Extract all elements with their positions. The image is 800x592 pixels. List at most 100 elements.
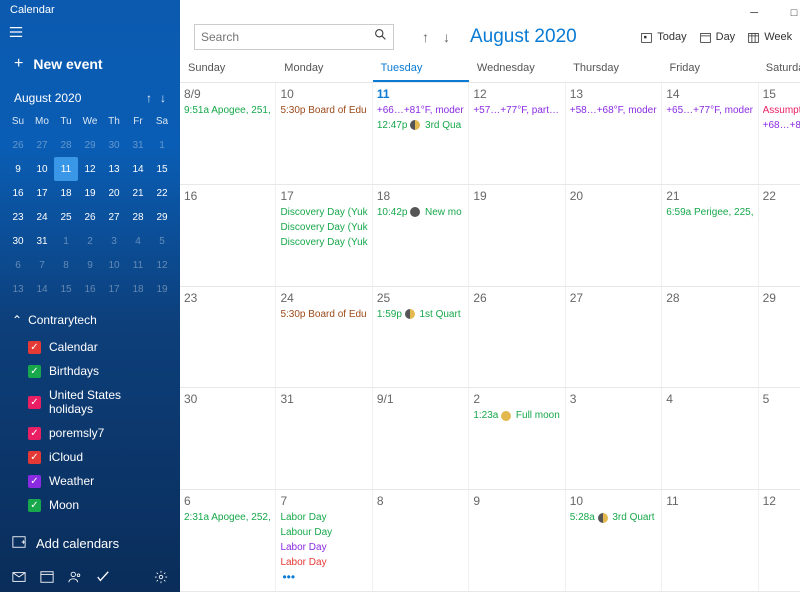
calendar-item[interactable]: ✓ Weather [0, 469, 180, 493]
mini-day[interactable]: 31 [126, 133, 150, 157]
add-calendars-button[interactable]: Add calendars [0, 525, 180, 562]
mini-day[interactable]: 7 [30, 253, 54, 277]
event[interactable]: Assumption - West [763, 103, 800, 118]
day-cell[interactable]: 2 1:23a Full moon [469, 388, 565, 489]
mini-day[interactable]: 16 [6, 181, 30, 205]
day-cell[interactable]: 3 [566, 388, 662, 489]
mini-day[interactable]: 13 [102, 157, 126, 181]
day-cell[interactable]: 25 1:59p 1st Quart [373, 287, 469, 388]
mini-day[interactable]: 6 [6, 253, 30, 277]
mini-day[interactable]: 10 [30, 157, 54, 181]
day-cell[interactable]: 9/1 [373, 388, 469, 489]
day-cell[interactable]: 13 +58…+68°F, moder [566, 83, 662, 184]
prev-month-button[interactable]: ↑ [418, 27, 433, 47]
day-cell[interactable]: 18 10:42p New mo [373, 185, 469, 286]
search-icon[interactable] [374, 28, 387, 46]
day-cell[interactable]: 12 [759, 490, 800, 591]
event[interactable]: Labor Day [280, 555, 367, 570]
day-cell[interactable]: 10 5:30p Board of Edu [276, 83, 372, 184]
mini-cal-next[interactable]: ↓ [160, 91, 166, 105]
mini-day[interactable]: 30 [6, 229, 30, 253]
day-cell[interactable]: 8 [373, 490, 469, 591]
event[interactable]: +65…+77°F, moder [666, 103, 753, 118]
mini-day[interactable]: 19 [78, 181, 102, 205]
calendar-item[interactable]: ✓ iCloud [0, 445, 180, 469]
dow-header[interactable]: Monday [276, 54, 372, 82]
checkbox-icon[interactable]: ✓ [28, 475, 41, 488]
event[interactable]: +66…+81°F, moder [377, 103, 464, 118]
search-box[interactable] [194, 24, 394, 50]
day-cell[interactable]: 10 5:28a 3rd Quart [566, 490, 662, 591]
event[interactable]: 5:30p Board of Edu [280, 307, 367, 322]
mini-day[interactable]: 20 [102, 181, 126, 205]
mini-day[interactable]: 1 [150, 133, 174, 157]
next-month-button[interactable]: ↓ [439, 27, 454, 47]
event[interactable]: Labor Day [280, 510, 367, 525]
event[interactable]: 5:30p Board of Edu [280, 103, 367, 118]
people-icon[interactable] [68, 570, 82, 584]
day-cell[interactable]: 21 6:59a Perigee, 225, [662, 185, 758, 286]
mini-day[interactable]: 28 [126, 205, 150, 229]
event[interactable]: 10:42p New mo [377, 205, 464, 220]
day-cell[interactable]: 8/9 9:51a Apogee, 251, [180, 83, 276, 184]
day-cell[interactable]: 23 [180, 287, 276, 388]
mini-day[interactable]: 17 [102, 277, 126, 301]
settings-icon[interactable] [154, 570, 168, 584]
mini-day[interactable]: 30 [102, 133, 126, 157]
day-cell[interactable]: 29 [759, 287, 800, 388]
mini-day[interactable]: 17 [30, 181, 54, 205]
checkbox-icon[interactable]: ✓ [28, 451, 41, 464]
todo-icon[interactable] [96, 570, 110, 584]
day-cell[interactable]: 11 +66…+81°F, moder12:47p 3rd Qua [373, 83, 469, 184]
dow-header[interactable]: Thursday [565, 54, 661, 82]
mini-day[interactable]: 10 [102, 253, 126, 277]
day-cell[interactable]: 4 [662, 388, 758, 489]
day-cell[interactable]: 16 [180, 185, 276, 286]
checkbox-icon[interactable]: ✓ [28, 396, 41, 409]
mini-day[interactable]: 14 [126, 157, 150, 181]
mini-day[interactable]: 15 [150, 157, 174, 181]
calendar-item[interactable]: ✓ Calendar [0, 335, 180, 359]
day-cell[interactable]: 28 [662, 287, 758, 388]
mini-day[interactable]: 18 [54, 181, 78, 205]
dow-header[interactable]: Sunday [180, 54, 276, 82]
more-events[interactable]: ••• [280, 570, 367, 584]
mini-day[interactable]: 16 [78, 277, 102, 301]
dow-header[interactable]: Tuesday [373, 54, 469, 82]
day-cell[interactable]: 19 [469, 185, 565, 286]
mail-icon[interactable] [12, 570, 26, 584]
mini-day[interactable]: 29 [78, 133, 102, 157]
event[interactable]: +57…+77°F, partly c [473, 103, 560, 118]
event[interactable]: 1:23a Full moon [473, 408, 560, 423]
event[interactable]: +58…+68°F, moder [570, 103, 657, 118]
mini-day[interactable]: 2 [78, 229, 102, 253]
account-section[interactable]: ⌃ Contrarytech [0, 301, 180, 333]
calendar-item[interactable]: ✓ Moon [0, 493, 180, 517]
day-cell[interactable]: 27 [566, 287, 662, 388]
mini-day[interactable]: 21 [126, 181, 150, 205]
day-cell[interactable]: 22 [759, 185, 800, 286]
day-cell[interactable]: 12 +57…+77°F, partly c [469, 83, 565, 184]
mini-cal-prev[interactable]: ↑ [146, 91, 152, 105]
event[interactable]: 5:28a 3rd Quart [570, 510, 657, 525]
day-cell[interactable]: 20 [566, 185, 662, 286]
mini-day[interactable]: 12 [150, 253, 174, 277]
mini-day[interactable]: 31 [30, 229, 54, 253]
mini-day[interactable]: 18 [126, 277, 150, 301]
calendar-icon[interactable] [40, 570, 54, 584]
mini-day[interactable]: 27 [30, 133, 54, 157]
week-view-button[interactable]: Week [745, 27, 794, 48]
new-event-button[interactable]: + New event [0, 45, 180, 83]
mini-day[interactable]: 12 [78, 157, 102, 181]
event[interactable]: 2:31a Apogee, 252, [184, 510, 271, 525]
mini-day[interactable]: 26 [78, 205, 102, 229]
mini-day[interactable]: 13 [6, 277, 30, 301]
mini-day[interactable]: 28 [54, 133, 78, 157]
mini-day[interactable]: 27 [102, 205, 126, 229]
event[interactable]: Labor Day [280, 540, 367, 555]
day-cell[interactable]: 31 [276, 388, 372, 489]
mini-day[interactable]: 9 [78, 253, 102, 277]
mini-day[interactable]: 3 [102, 229, 126, 253]
mini-day[interactable]: 14 [30, 277, 54, 301]
month-title[interactable]: August 2020 [470, 26, 577, 48]
